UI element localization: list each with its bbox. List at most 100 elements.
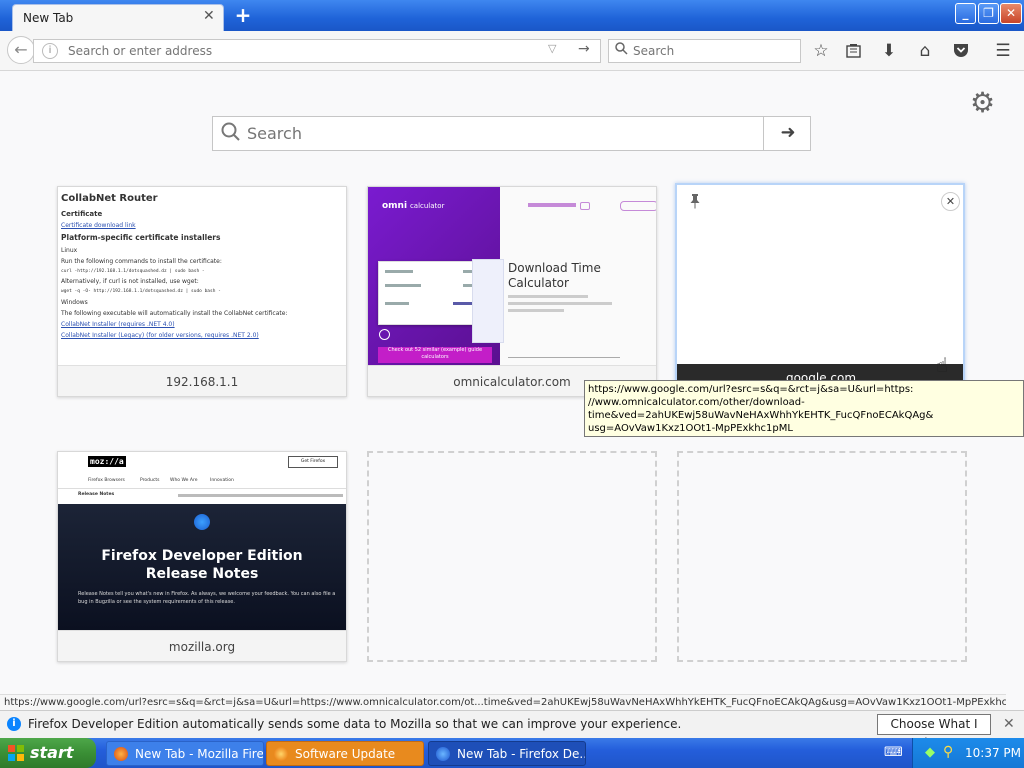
tab-title: New Tab: [23, 11, 74, 25]
url-dropdown-icon[interactable]: ▽: [548, 42, 556, 55]
firefox-developer-icon: [436, 747, 450, 761]
notification-text: Firefox Developer Edition automatically …: [28, 717, 682, 731]
thumb-code: curl -http://192.168.1.1/dotsquashed.dz …: [61, 269, 205, 274]
thumb-circle: [379, 329, 390, 340]
navigation-toolbar: ← i ▽ → ☆ ⬇ ⌂ ☰: [0, 31, 1024, 71]
taskbar-item-label: New Tab - Firefox De...: [457, 747, 586, 761]
thumb-text: Alternatively, if curl is not installed,…: [61, 278, 199, 285]
maximize-button[interactable]: ❐: [978, 3, 999, 24]
thumb-brand: moz://a: [88, 456, 126, 467]
top-site-tile[interactable]: moz://a Get Firefox Firefox Browsers Pro…: [57, 451, 347, 662]
thumb-subnav-line: [178, 494, 343, 497]
info-icon: i: [7, 717, 21, 731]
clock: 10:37 PM: [965, 746, 1021, 760]
title-bar: New Tab ✕ + _ ❐ ✕: [0, 0, 1024, 31]
pocket-icon[interactable]: [949, 39, 973, 63]
notification-bar: i Firefox Developer Edition automaticall…: [0, 710, 1024, 750]
search-bar[interactable]: [608, 39, 801, 63]
download-icon[interactable]: ⬇: [877, 39, 901, 63]
thumb-text-line: [508, 309, 564, 312]
empty-tile-placeholder: [367, 451, 657, 662]
tile-thumbnail: omni calculator Check out 52 similar (ex…: [368, 187, 656, 365]
thumb-nav-2: Products: [140, 478, 160, 483]
back-button[interactable]: ←: [7, 36, 35, 64]
thumb-divider: [58, 488, 346, 489]
status-url-bar: https://www.google.com/url?esrc=s&q=&rct…: [0, 694, 1006, 710]
search-input[interactable]: [633, 40, 793, 62]
new-tab-button[interactable]: +: [232, 4, 254, 26]
thumb-divider: [508, 357, 620, 358]
thumb-subnav-title: Release Notes: [78, 492, 115, 497]
close-icon[interactable]: ✕: [941, 192, 960, 211]
tile-label: mozilla.org: [168, 640, 236, 654]
thumb-link: CollabNet Installer (requires .NET 4.0): [61, 321, 175, 328]
tab-new-tab[interactable]: New Tab ✕: [12, 4, 224, 31]
menu-icon[interactable]: ☰: [991, 39, 1015, 63]
top-site-tile[interactable]: omni calculator Check out 52 similar (ex…: [367, 186, 657, 397]
reading-list-icon[interactable]: [841, 39, 865, 63]
taskbar-item[interactable]: New Tab - Mozilla Fire...: [106, 741, 264, 766]
start-label: start: [30, 743, 74, 762]
top-site-tile-hovered[interactable]: ✕ google.com ☝: [675, 183, 965, 394]
thumb-hero: Firefox Developer Edition Release Notes …: [58, 504, 346, 630]
windows-logo-icon: [8, 745, 24, 761]
thumb-hero-title-2: Release Notes: [145, 566, 259, 582]
url-input[interactable]: [68, 40, 538, 62]
taskbar: start New Tab - Mozilla Fire... Software…: [0, 738, 1024, 768]
thumb-link: Certificate download link: [61, 222, 136, 229]
tooltip-line: //www.omnicalculator.com/other/download-: [588, 397, 805, 408]
bookmark-star-icon[interactable]: ☆: [809, 39, 833, 63]
info-icon[interactable]: i: [42, 43, 58, 59]
thumb-section: Certificate: [61, 210, 103, 218]
search-icon: [221, 121, 241, 148]
thumb-nav-search: [620, 201, 656, 211]
gear-icon[interactable]: ⚙: [970, 86, 995, 119]
home-icon[interactable]: ⌂: [913, 39, 937, 63]
tooltip-line: usg=AOvVaw1Kxz1OOt1-MpPExkhc1pML: [588, 423, 793, 434]
link-tooltip: https://www.google.com/url?esrc=s&q=&rct…: [584, 380, 1024, 437]
tile-thumbnail: CollabNet Router Certificate Certificate…: [58, 187, 346, 365]
start-button[interactable]: start: [0, 738, 96, 768]
thumb-text: Run the following commands to install th…: [61, 258, 222, 265]
choose-what-i-share-button[interactable]: Choose What I Share: [877, 714, 991, 750]
thumb-text-line: [508, 295, 588, 298]
minimize-button[interactable]: _: [955, 3, 976, 24]
top-site-tile[interactable]: CollabNet Router Certificate Certificate…: [57, 186, 347, 397]
taskbar-item-active[interactable]: New Tab - Firefox De...: [428, 741, 586, 766]
thumb-link: CollabNet Installer (Legacy) (for older …: [61, 332, 259, 339]
search-icon: [615, 42, 628, 59]
thumb-heading: Download Time Calculator: [508, 261, 601, 290]
taskbar-item-label: New Tab - Mozilla Fire...: [135, 747, 264, 761]
search-tray-icon[interactable]: ⚲: [943, 744, 953, 760]
back-arrow-icon: ←: [14, 40, 28, 59]
thumb-button: Get Firefox: [288, 456, 338, 468]
window-close-button[interactable]: ✕: [1000, 3, 1022, 24]
thumb-brand: omni calculator: [382, 201, 445, 211]
thumb-side-card: [472, 259, 504, 343]
firefox-icon: [114, 747, 128, 761]
content-search-input[interactable]: [247, 117, 757, 150]
keyboard-icon[interactable]: ⌨: [884, 745, 903, 761]
network-icon[interactable]: ◆: [925, 745, 935, 760]
content-search-box[interactable]: ➜: [212, 116, 811, 151]
thumb-text: The following executable will automatica…: [61, 310, 288, 317]
tile-thumbnail: moz://a Get Firefox Firefox Browsers Pro…: [58, 452, 346, 630]
tile-label: 192.168.1.1: [165, 375, 239, 389]
taskbar-item[interactable]: Software Update: [266, 741, 424, 766]
firefox-logo-icon: [194, 514, 210, 530]
tooltip-line: time&ved=2ahUKEwj58uWavNeHAxWhhYkEHTK_Fu…: [588, 410, 934, 421]
empty-tile-placeholder: [677, 451, 967, 662]
tooltip-line: https://www.google.com/url?esrc=s&q=&rct…: [588, 384, 914, 395]
go-arrow-icon[interactable]: →: [578, 41, 590, 57]
firefox-icon: [274, 747, 288, 761]
thumb-subsection: Linux: [61, 247, 78, 254]
thumb-subsection: Windows: [61, 299, 88, 306]
tab-close-icon[interactable]: ✕: [203, 8, 215, 24]
close-icon[interactable]: ✕: [1003, 716, 1015, 732]
url-bar[interactable]: i ▽ →: [33, 39, 601, 63]
taskbar-item-label: Software Update: [295, 747, 396, 761]
thumb-hero-title-1: Firefox Developer Edition: [101, 548, 303, 564]
search-go-button[interactable]: ➜: [763, 117, 812, 150]
thumb-nav-dot: [580, 202, 590, 210]
pin-icon[interactable]: [685, 193, 705, 213]
